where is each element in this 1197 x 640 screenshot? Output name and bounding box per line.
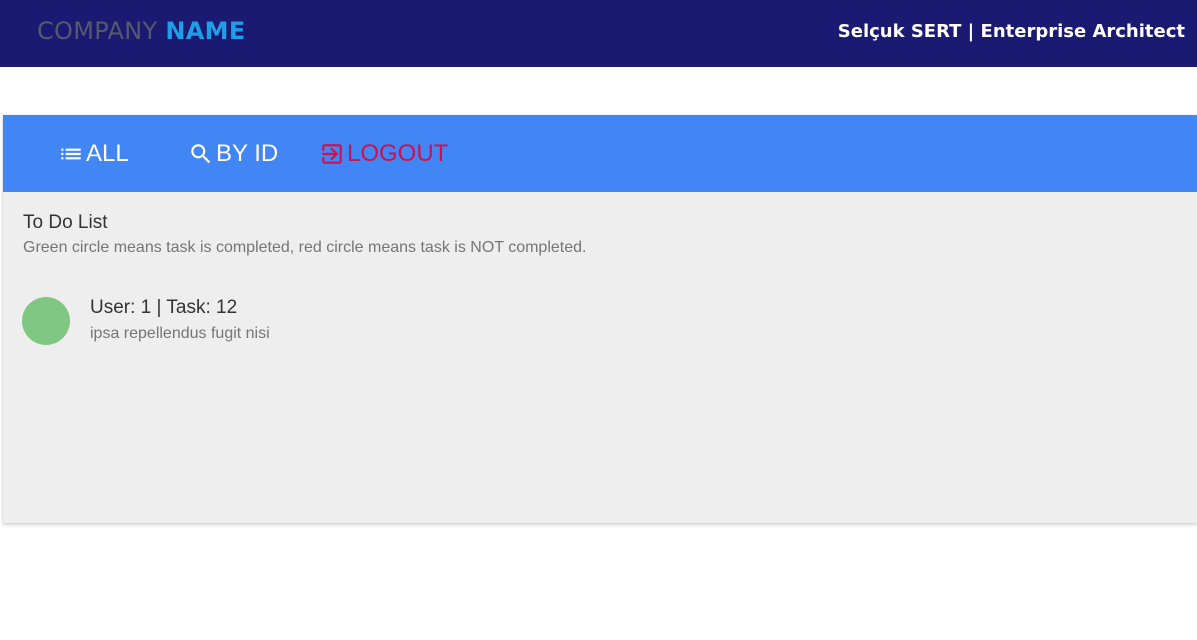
task-list-item[interactable]: User: 1 | Task: 12 ipsa repellendus fugi… <box>3 293 1197 353</box>
brand-name-text: NAME <box>165 17 246 45</box>
list-subtitle: Green circle means task is completed, re… <box>23 239 587 256</box>
user-info: Selçuk SERT | Enterprise Architect <box>837 21 1185 42</box>
task-description: ipsa repellendus fugit nisi <box>90 325 270 342</box>
list-title: To Do List <box>23 212 108 233</box>
search-icon <box>188 141 214 167</box>
task-title: User: 1 | Task: 12 <box>90 297 238 318</box>
todo-card: ALL BY ID LOGOUT To Do List Green circle… <box>3 115 1197 523</box>
nav-by-id-label: BY ID <box>216 140 279 167</box>
top-header: COMPANY NAME Selçuk SERT | Enterprise Ar… <box>0 0 1197 67</box>
brand-company-text: COMPANY <box>37 17 158 45</box>
nav-all-label: ALL <box>86 140 129 167</box>
task-status-circle <box>22 297 70 345</box>
company-logo[interactable]: COMPANY NAME <box>37 16 246 46</box>
nav-bar: ALL BY ID LOGOUT <box>3 115 1197 192</box>
nav-logout-button[interactable]: LOGOUT <box>319 139 448 169</box>
list-icon <box>58 141 84 167</box>
nav-logout-label: LOGOUT <box>347 140 449 167</box>
logout-icon <box>319 141 345 167</box>
nav-all-button[interactable]: ALL <box>58 139 129 169</box>
nav-by-id-button[interactable]: BY ID <box>188 139 278 169</box>
